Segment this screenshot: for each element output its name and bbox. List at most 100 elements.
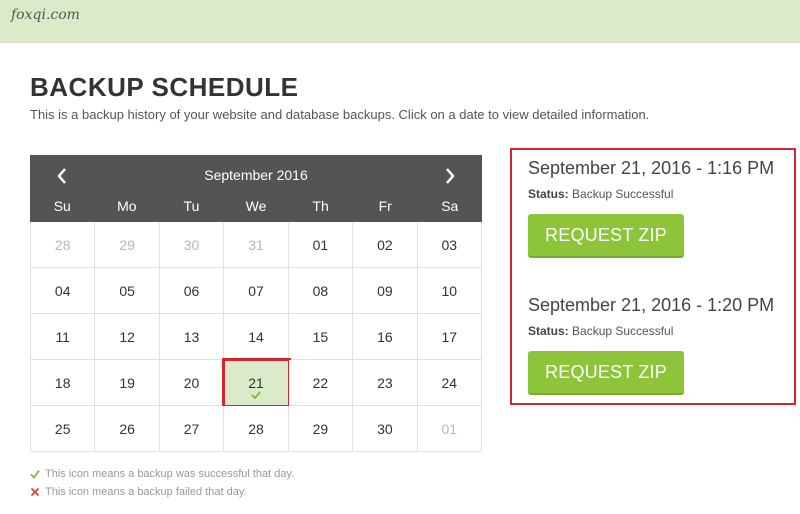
calendar-day[interactable]: 30 [353,406,418,452]
calendar-day-number: 05 [119,282,135,299]
calendar-day-number: 15 [312,328,329,345]
legend-success: This icon means a backup was successful … [30,465,294,483]
calendar-day-number: 29 [312,420,329,437]
calendar-day-number: 28 [54,236,71,253]
calendar-day[interactable]: 29 [95,222,160,268]
calendar-day[interactable]: 28 [31,222,96,268]
backup-time: September 21, 2016 - 1:16 PM [528,158,775,178]
calendar-day[interactable]: 13 [159,314,225,360]
cross-icon [30,487,40,497]
backup-entry: September 21, 2016 - 1:16 PM Status: Bac… [528,158,774,256]
request-zip-button[interactable]: REQUEST ZIP [528,214,684,256]
calendar-day[interactable]: 21 [222,358,292,408]
backup-time: September 21, 2016 - 1:20 PM [528,295,775,315]
calendar-day[interactable]: 17 [417,314,482,360]
legend-success-text: This icon means a backup was successful … [45,468,295,480]
calendar-day-number: 31 [248,236,264,253]
calendar-day[interactable]: 08 [288,268,354,314]
calendar-day-number: 07 [248,282,264,299]
calendar-day-number: 13 [183,328,200,345]
checkmark-icon [30,469,40,479]
calendar-day-number: 26 [119,420,135,437]
backup-status: Status: Backup Successful [528,187,774,201]
calendar-day[interactable]: 14 [224,314,289,360]
calendar-day[interactable]: 31 [224,222,289,268]
calendar-day-number: 16 [377,328,393,345]
status-value: Backup Successful [572,187,674,201]
calendar-day[interactable]: 25 [31,406,96,452]
weekday-label: Su [53,198,71,214]
calendar-day-number: 28 [248,420,264,437]
chevron-right-icon [446,168,455,184]
weekday-label: Tu [183,198,200,214]
calendar-day[interactable]: 20 [159,360,225,406]
calendar-header: September 2016 Su Mo Tu We Th Fr Sa [30,155,482,222]
top-bar: foxqi.com [0,0,800,43]
calendar-day-number: 04 [54,282,71,299]
calendar-day[interactable]: 02 [353,222,418,268]
calendar-day[interactable]: 07 [224,268,289,314]
calendar-day[interactable]: 12 [95,314,160,360]
calendar-day[interactable]: 30 [159,222,225,268]
calendar-day[interactable]: 06 [159,268,225,314]
calendar-day[interactable]: 10 [417,268,482,314]
calendar-day-number: 01 [312,236,329,253]
calendar-day[interactable]: 15 [288,314,354,360]
calendar-grid: 28 29 30 31 01 02 03 04 05 06 07 08 09 10 11 12 13 14 15 16… [30,222,482,452]
calendar-day-number: 17 [441,328,458,345]
calendar-day[interactable]: 01 [417,406,482,452]
status-label: Status: [528,187,569,201]
calendar-day-number: 14 [248,328,264,345]
legend-failed: This icon means a backup failed that day… [30,483,294,501]
calendar-month-label: September 2016 [204,167,308,183]
backup-status: Status: Backup Successful [528,324,774,338]
calendar-day-number: 27 [183,420,200,437]
weekday-label: Fr [378,198,392,214]
calendar-day[interactable]: 24 [417,360,482,406]
calendar-day-number: 12 [119,328,135,345]
weekday-row: Su Mo Tu We Th Fr Sa [30,198,482,214]
calendar-day[interactable]: 04 [31,268,96,314]
status-label: Status: [528,324,569,338]
calendar-day-number: 20 [183,374,200,391]
checkmark-icon [251,391,261,399]
calendar-legend: This icon means a backup was successful … [30,465,294,501]
calendar-day[interactable]: 09 [353,268,418,314]
request-zip-button[interactable]: REQUEST ZIP [528,351,684,393]
calendar-day[interactable]: 03 [417,222,482,268]
calendar-day[interactable]: 18 [31,360,96,406]
site-logo[interactable]: foxqi.com [11,7,80,23]
backup-calendar: September 2016 Su Mo Tu We Th Fr Sa 28 29… [30,155,482,452]
calendar-day[interactable]: 01 [288,222,354,268]
calendar-day[interactable]: 11 [31,314,96,360]
page-title: BACKUP SCHEDULE [30,72,299,102]
calendar-day-number: 30 [183,236,200,253]
status-value: Backup Successful [572,324,674,338]
calendar-day[interactable]: 05 [95,268,160,314]
calendar-day-number: 25 [54,420,71,437]
calendar-day-number: 09 [377,282,393,299]
calendar-day[interactable]: 29 [288,406,354,452]
calendar-day[interactable]: 16 [353,314,418,360]
weekday-label: Mo [117,198,137,214]
calendar-day[interactable]: 22 [288,360,354,406]
calendar-day-number: 06 [183,282,200,299]
calendar-day-number: 22 [312,374,329,391]
calendar-day-number: 30 [377,420,393,437]
calendar-day[interactable]: 26 [95,406,160,452]
calendar-day-number: 01 [441,420,458,437]
backup-entry: September 21, 2016 - 1:20 PM Status: Bac… [528,295,774,393]
calendar-day-number: 02 [377,236,393,253]
calendar-day[interactable]: 23 [353,360,418,406]
backup-details-panel: September 21, 2016 - 1:16 PM Status: Bac… [510,148,796,405]
calendar-day-number: 08 [312,282,329,299]
calendar-day[interactable]: 28 [224,406,289,452]
calendar-day-number: 24 [441,374,458,391]
legend-failed-text: This icon means a backup failed that day… [45,486,247,498]
calendar-day[interactable]: 19 [95,360,160,406]
calendar-day[interactable]: 27 [159,406,225,452]
calendar-day-number: 29 [119,236,135,253]
calendar-day-number: 18 [54,374,71,391]
next-month-button[interactable] [438,164,462,188]
calendar-day-number: 23 [377,374,393,391]
